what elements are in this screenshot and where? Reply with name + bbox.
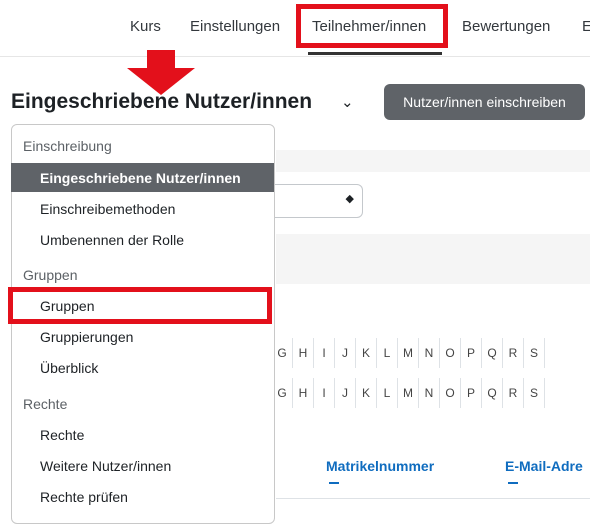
nav-tab-more[interactable]: E <box>582 18 590 35</box>
menu-item-rights[interactable]: Rechte <box>40 427 84 443</box>
sort-indicator-icon <box>508 482 518 484</box>
menu-item-enrolled-users[interactable]: Eingeschriebene Nutzer/innen <box>11 163 274 192</box>
letter-filter-item[interactable]: I <box>314 338 335 368</box>
letter-filter-item[interactable]: K <box>356 378 377 408</box>
menu-item-groupings[interactable]: Gruppierungen <box>40 329 133 345</box>
letter-filter-item[interactable]: Q <box>482 378 503 408</box>
letter-filter-item[interactable]: M <box>398 338 419 368</box>
letter-filter-item[interactable]: I <box>314 378 335 408</box>
letter-filter-item[interactable]: R <box>503 378 524 408</box>
letter-filter-item[interactable]: S <box>524 338 545 368</box>
letter-filter-item[interactable]: R <box>503 338 524 368</box>
letter-filter-item[interactable]: Q <box>482 338 503 368</box>
letter-filter-item[interactable]: N <box>419 378 440 408</box>
chevron-down-icon[interactable]: ⌄ <box>341 93 354 111</box>
menu-item-groups[interactable]: Gruppen <box>40 298 94 314</box>
table-divider <box>276 498 590 499</box>
nav-tab-bewertungen[interactable]: Bewertungen <box>462 18 550 35</box>
firstname-letter-filter: G H I J K L M N O P Q R S <box>272 338 545 368</box>
letter-filter-item[interactable]: O <box>440 338 461 368</box>
lastname-letter-filter: G H I J K L M N O P Q R S <box>272 378 545 408</box>
sort-indicator-icon <box>329 482 339 484</box>
menu-section-rechte: Rechte <box>23 396 68 412</box>
menu-section-gruppen: Gruppen <box>23 267 78 283</box>
letter-filter-item[interactable]: L <box>377 378 398 408</box>
nav-tab-teilnehmer[interactable]: Teilnehmer/innen <box>312 18 426 35</box>
filter-select[interactable]: ◆ <box>260 184 363 218</box>
letter-filter-item[interactable]: J <box>335 338 356 368</box>
filter-row-background <box>276 234 590 284</box>
letter-filter-item[interactable]: S <box>524 378 545 408</box>
column-header-email[interactable]: E-Mail-Adre <box>505 458 583 474</box>
enrol-users-button[interactable]: Nutzer/innen einschreiben <box>384 84 585 120</box>
nav-tab-einstellungen[interactable]: Einstellungen <box>190 18 280 35</box>
course-navigation: Kurs Einstellungen Teilnehmer/innen Bewe… <box>0 0 590 57</box>
letter-filter-item[interactable]: M <box>398 378 419 408</box>
sort-arrows-icon: ◆ <box>345 193 354 205</box>
letter-filter-item[interactable]: L <box>377 338 398 368</box>
nav-tab-kurs[interactable]: Kurs <box>130 18 161 35</box>
letter-filter-item[interactable]: J <box>335 378 356 408</box>
filter-area-background <box>276 150 590 172</box>
letter-filter-item[interactable]: O <box>440 378 461 408</box>
menu-item-other-users[interactable]: Weitere Nutzer/innen <box>40 458 171 474</box>
menu-item-check-rights[interactable]: Rechte prüfen <box>40 489 128 505</box>
menu-item-enrol-methods[interactable]: Einschreibemethoden <box>40 201 175 217</box>
letter-filter-item[interactable]: G <box>272 378 293 408</box>
menu-item-overview[interactable]: Überblick <box>40 360 98 376</box>
column-header-matrikelnummer[interactable]: Matrikelnummer <box>326 458 434 474</box>
letter-filter-item[interactable]: N <box>419 338 440 368</box>
letter-filter-item[interactable]: P <box>461 338 482 368</box>
letter-filter-item[interactable]: H <box>293 338 314 368</box>
letter-filter-item[interactable]: P <box>461 378 482 408</box>
letter-filter-item[interactable]: K <box>356 338 377 368</box>
page-title[interactable]: Eingeschriebene Nutzer/innen <box>11 90 312 114</box>
active-tab-indicator <box>308 52 442 55</box>
letter-filter-item[interactable]: G <box>272 338 293 368</box>
letter-filter-item[interactable]: H <box>293 378 314 408</box>
menu-section-einschreibung: Einschreibung <box>23 138 112 154</box>
menu-item-rename-role[interactable]: Umbenennen der Rolle <box>40 232 184 248</box>
